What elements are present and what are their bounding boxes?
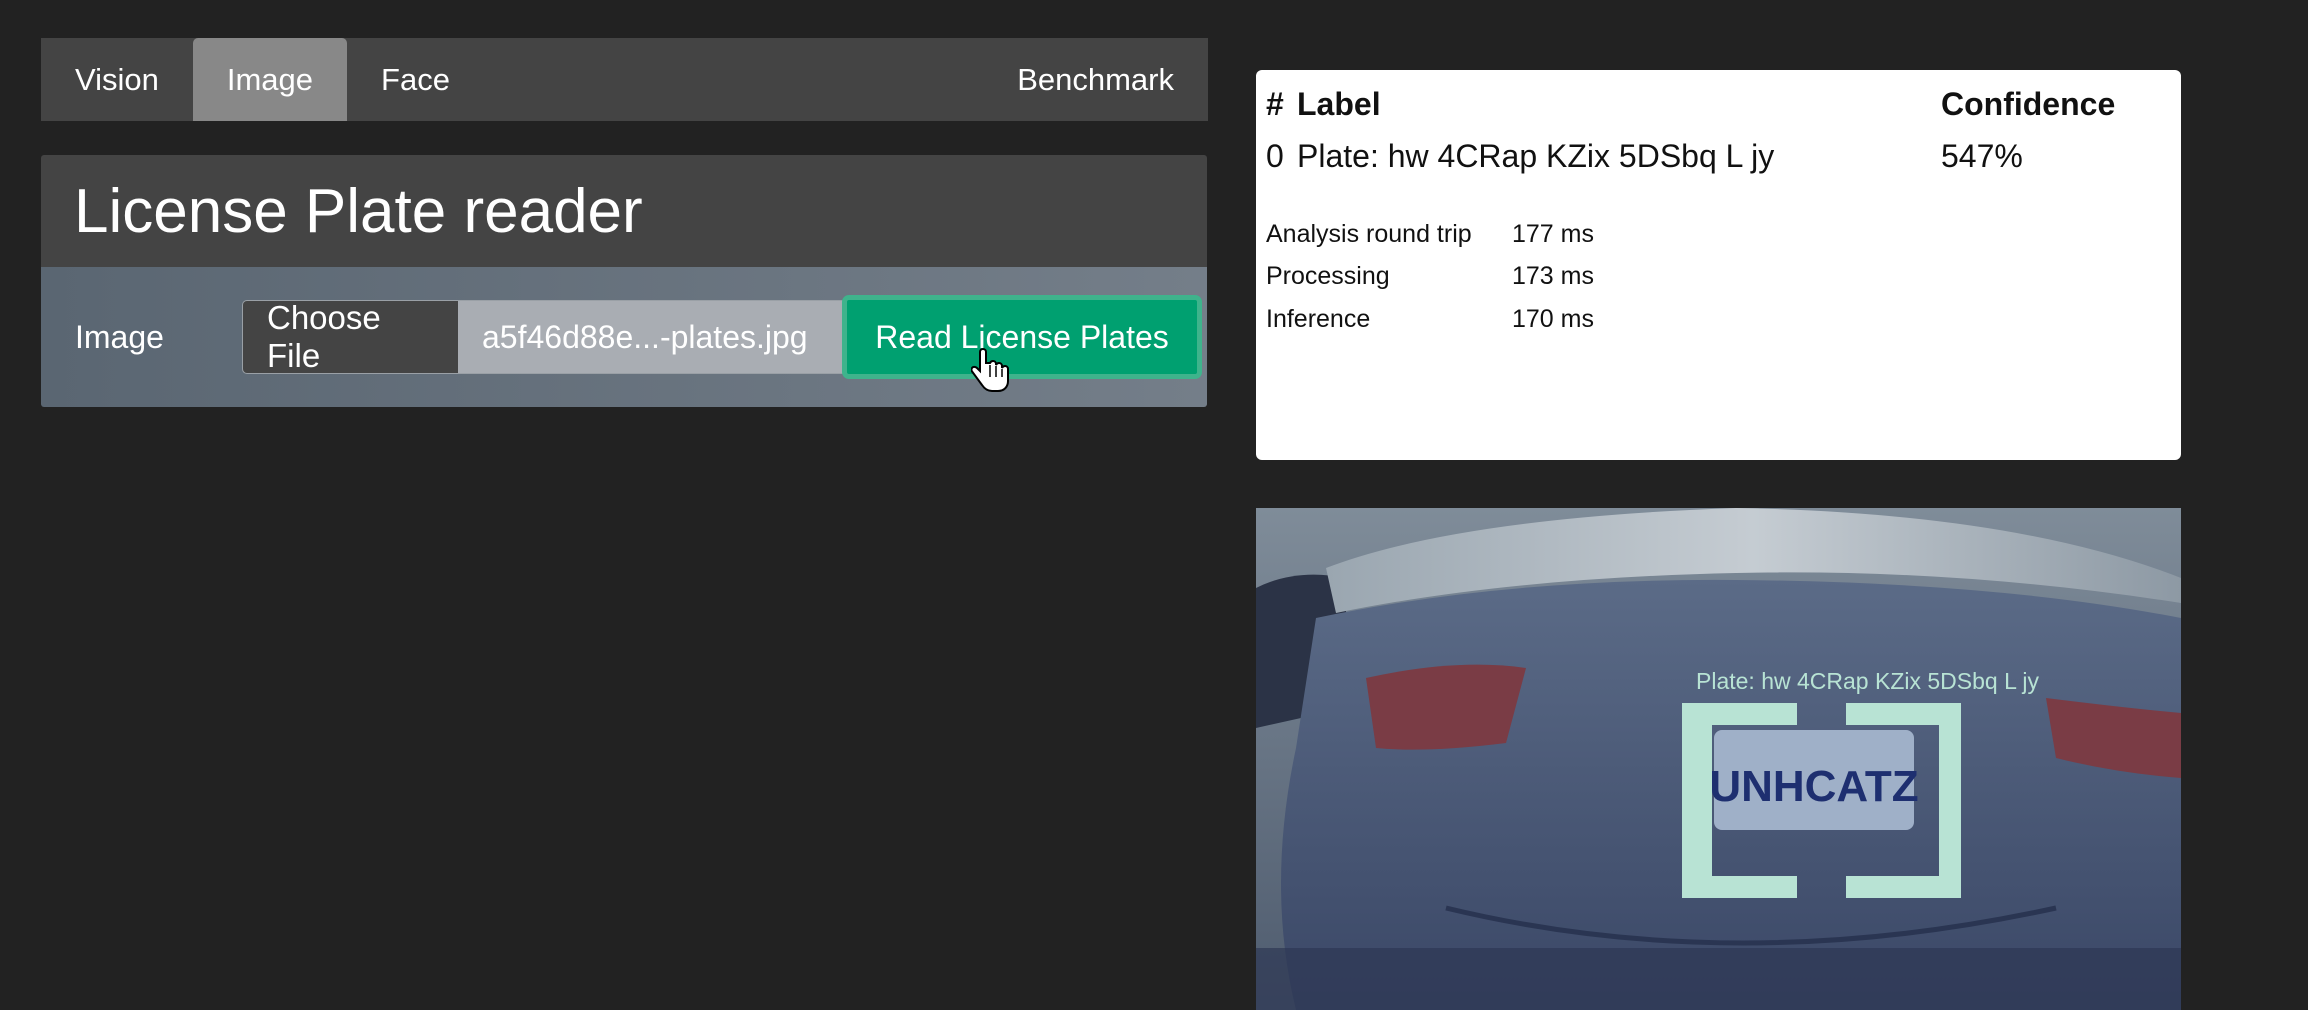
header-label: Label	[1297, 86, 1381, 122]
timing-inference-value: 170 ms	[1512, 305, 1594, 333]
timing-inference-label: Inference	[1266, 305, 1371, 333]
header-confidence: Confidence	[1941, 86, 2116, 122]
results-card: # Label Confidence 0 Plate: hw 4CRap KZi…	[1256, 70, 2181, 460]
nav-tabs: Vision Image Face Benchmark	[41, 38, 1208, 121]
tab-benchmark[interactable]: Benchmark	[983, 38, 1208, 121]
tab-image[interactable]: Image	[192, 38, 348, 121]
choose-file-button[interactable]: Choose File	[242, 299, 458, 374]
file-input-group[interactable]: Choose File a5f46d88e...-plates.jpg	[242, 299, 843, 374]
row-label: Plate: hw 4CRap KZix 5DSbq L jy	[1297, 138, 1775, 174]
header-index: #	[1266, 86, 1284, 122]
timing-roundtrip-label: Analysis round trip	[1266, 220, 1472, 248]
car-photo: UNHCATZ	[1256, 508, 2181, 1010]
page-header: License Plate reader	[41, 155, 1207, 267]
timing-processing-label: Processing	[1266, 262, 1390, 290]
page-title: License Plate reader	[74, 176, 643, 246]
tab-vision[interactable]: Vision	[41, 38, 193, 121]
hand-pointer-icon	[971, 347, 1009, 392]
timing-processing-value: 173 ms	[1512, 262, 1594, 290]
upload-form: Image Choose File a5f46d88e...-plates.jp…	[41, 267, 1207, 407]
detection-label: Plate: hw 4CRap KZix 5DSbq L jy	[1696, 668, 2040, 694]
read-license-plates-button[interactable]: Read License Plates	[842, 295, 1202, 379]
file-name-display[interactable]: a5f46d88e...-plates.jpg	[458, 300, 843, 374]
tab-face[interactable]: Face	[347, 38, 484, 121]
row-index: 0	[1266, 138, 1284, 174]
image-field-label: Image	[75, 318, 164, 355]
result-image: UNHCATZ Plate: hw 4CRap KZix 5DSbq L jy	[1256, 508, 2181, 1010]
row-confidence: 547%	[1941, 138, 2023, 174]
timing-roundtrip-value: 177 ms	[1512, 220, 1594, 248]
plate-text: UNHCATZ	[1709, 762, 1918, 811]
